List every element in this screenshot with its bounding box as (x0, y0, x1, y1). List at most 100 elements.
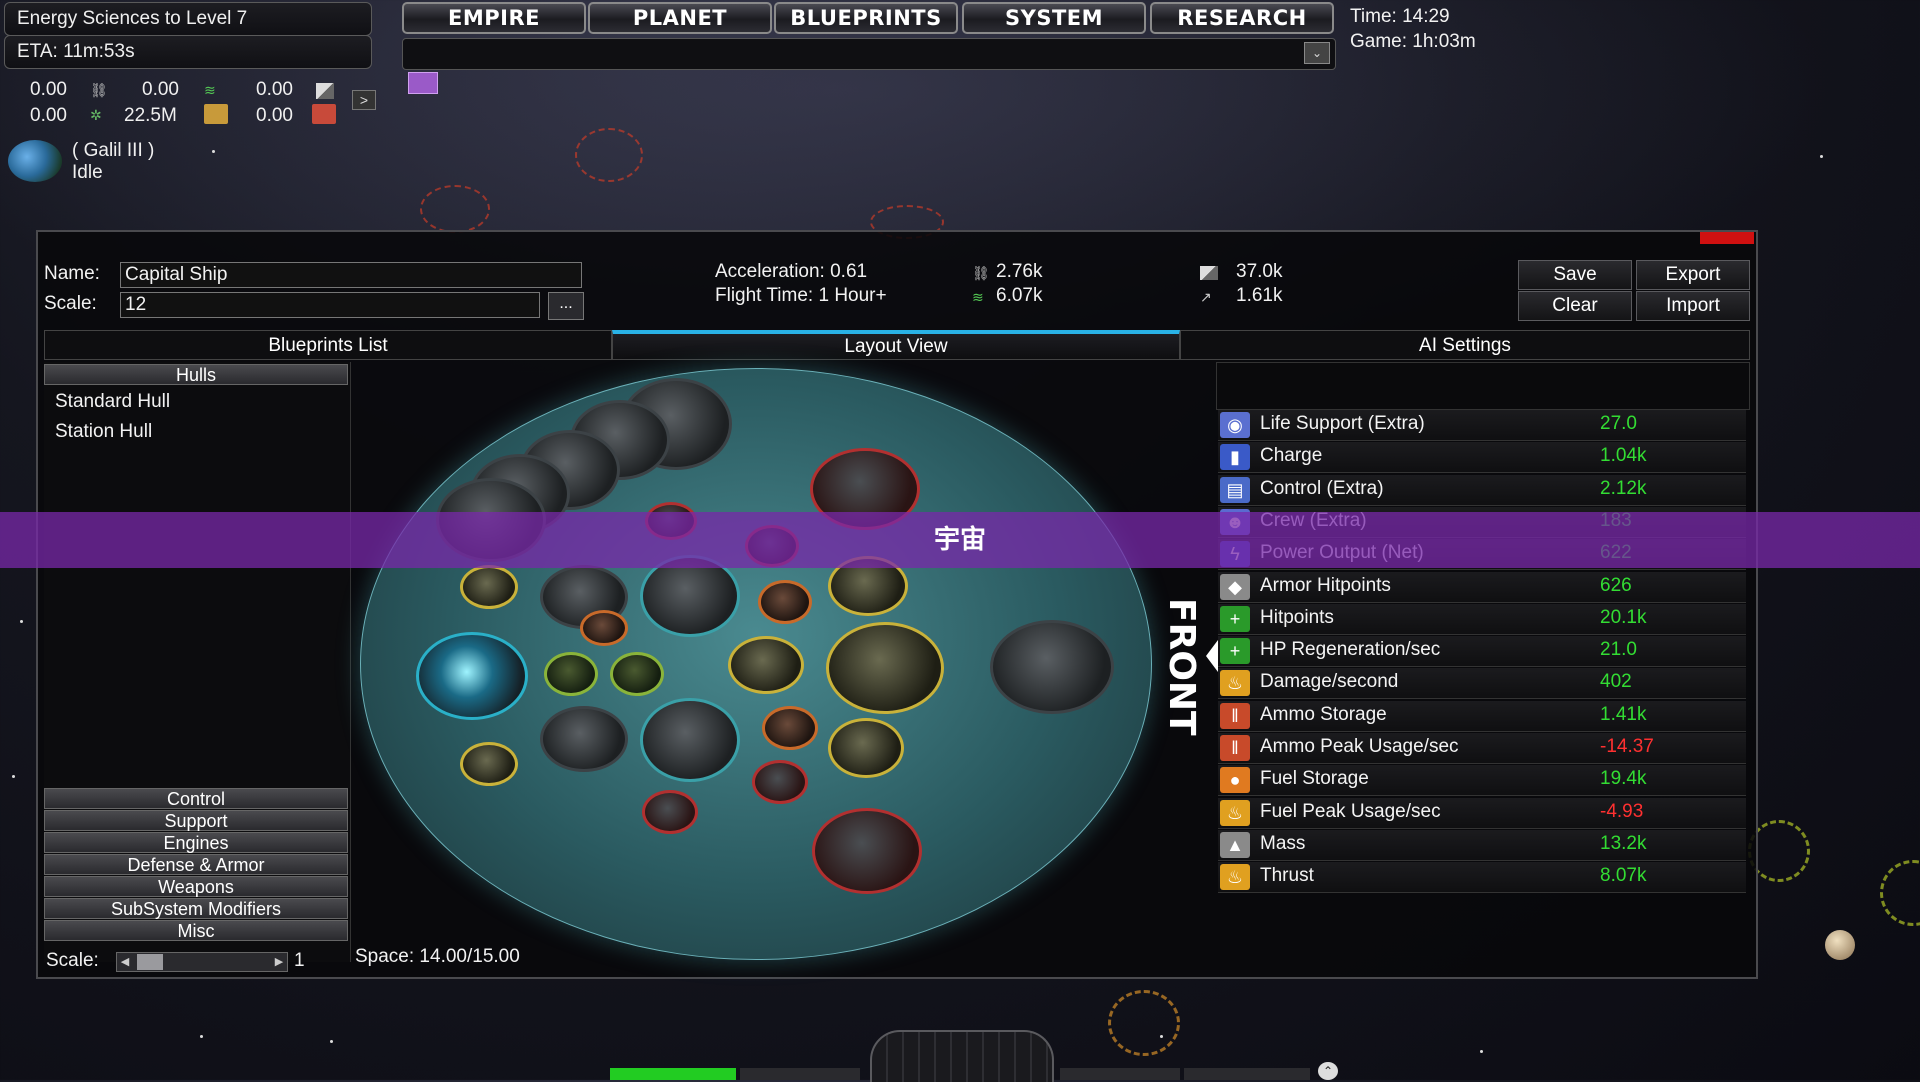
star (200, 1035, 203, 1038)
nav-system[interactable]: SYSTEM (962, 2, 1146, 34)
stat-row[interactable]: ♨ Fuel Peak Usage/sec -4.93 (1218, 797, 1746, 829)
tab-blueprints-list[interactable]: Blueprints List (44, 330, 612, 360)
life-support-module[interactable] (544, 652, 598, 696)
name-label: Name: (44, 263, 100, 284)
tab-layout-view[interactable]: Layout View (612, 330, 1180, 360)
progress-segment-active (610, 1068, 736, 1080)
stat-value: -4.93 (1600, 800, 1644, 822)
expand-resources-button[interactable]: > (352, 90, 376, 110)
fire-icon: ♨ (1220, 670, 1250, 697)
stat-row[interactable]: ♨ Thrust 8.07k (1218, 862, 1746, 894)
hulls-header[interactable]: Hulls (44, 364, 348, 385)
stat-row[interactable]: ◉ Life Support (Extra) 27.0 (1218, 410, 1746, 441)
scale-slider-label: Scale: (46, 950, 99, 971)
ammo-module[interactable] (758, 580, 812, 624)
speed-icon: ↗ (1200, 289, 1212, 305)
scale-input[interactable]: 12 (120, 292, 540, 318)
planet-globe-icon[interactable] (8, 140, 62, 182)
crew-module[interactable] (728, 636, 804, 694)
armor-icon: ◆ (1220, 573, 1250, 600)
planet-status: Idle (72, 162, 103, 183)
stat-row[interactable]: ▲ Mass 13.2k (1218, 829, 1746, 861)
stat-value: -14.37 (1600, 736, 1654, 757)
life-support-module[interactable] (610, 652, 664, 696)
name-input[interactable]: Capital Ship (120, 262, 582, 288)
stat-name: Control (Extra) (1260, 477, 1384, 499)
stat-row[interactable]: + HP Regeneration/sec 21.0 (1218, 636, 1746, 668)
nav-research[interactable]: RESEARCH (1150, 2, 1334, 34)
progress-segment (740, 1068, 860, 1080)
hull-standard[interactable]: Standard Hull (55, 391, 170, 413)
stat-row[interactable]: ♨ Damage/second 402 (1218, 668, 1746, 700)
nav-empire[interactable]: EMPIRE (402, 2, 586, 34)
clear-button[interactable]: Clear (1518, 291, 1632, 321)
hull-station[interactable]: Station Hull (55, 421, 152, 443)
collapse-icon[interactable]: ⌄ (1304, 42, 1330, 64)
stat-row[interactable]: ▤ Control (Extra) 2.12k (1218, 474, 1746, 506)
stat-row[interactable]: ● Fuel Storage 19.4k (1218, 765, 1746, 797)
weapon-turret[interactable] (812, 808, 922, 894)
speed-value: 1.61k (1236, 285, 1283, 306)
category-engines[interactable]: Engines (44, 832, 348, 853)
category-defense-armor[interactable]: Defense & Armor (44, 854, 348, 875)
stat-row[interactable]: ‖ Ammo Peak Usage/sec -14.37 (1218, 733, 1746, 764)
import-button[interactable]: Import (1636, 291, 1750, 321)
stat-name: Hitpoints (1260, 606, 1334, 628)
stat-row[interactable]: ‖ Ammo Storage 1.41k (1218, 700, 1746, 732)
tab-ai-settings[interactable]: AI Settings (1180, 330, 1750, 360)
resource-value: 0.00 (256, 105, 293, 126)
slider-thumb[interactable] (137, 954, 163, 970)
sensor-module[interactable] (460, 742, 518, 786)
expand-icon[interactable]: ⌃ (1318, 1062, 1338, 1080)
power-core[interactable] (826, 622, 944, 714)
message-bar[interactable] (402, 38, 1336, 70)
crystal-icon: ≋ (972, 289, 984, 305)
slider-right-arrow-icon[interactable]: ▶ (271, 953, 287, 971)
category-support[interactable]: Support (44, 810, 348, 831)
resource-value: 22.5M (124, 105, 177, 126)
ammo-module[interactable] (580, 610, 628, 646)
ammo-module[interactable] (762, 706, 818, 750)
nav-planet[interactable]: PLANET (588, 2, 772, 34)
category-control[interactable]: Control (44, 788, 348, 809)
stat-row[interactable]: ◆ Armor Hitpoints 626 (1218, 571, 1746, 603)
nav-blueprints[interactable]: BLUEPRINTS (774, 2, 958, 34)
bottom-dock[interactable] (870, 1030, 1054, 1082)
reactor-module[interactable] (640, 698, 740, 782)
clock-game: Game: 1h:03m (1350, 31, 1476, 52)
planet-name[interactable]: ( Galil III ) (72, 140, 154, 162)
crew-module[interactable] (828, 718, 904, 778)
scale-slider-value: 1 (294, 950, 305, 971)
stat-name: Fuel Storage (1260, 768, 1369, 790)
research-title-box[interactable]: Energy Sciences to Level 7 (4, 2, 372, 36)
battery-icon: ▮ (1220, 444, 1250, 471)
progress-segment (1060, 1068, 1180, 1080)
stat-row[interactable]: ▮ Charge 1.04k (1218, 442, 1746, 474)
front-engine-module[interactable] (990, 620, 1114, 714)
close-window-button[interactable] (1700, 232, 1754, 244)
star (1820, 155, 1823, 158)
stat-row[interactable]: + Hitpoints 20.1k (1218, 603, 1746, 635)
category-misc[interactable]: Misc (44, 920, 348, 941)
category-subsystem-modifiers[interactable]: SubSystem Modifiers (44, 898, 348, 919)
stat-name: Ammo Peak Usage/sec (1260, 736, 1459, 757)
resource-value: 0.00 (30, 105, 67, 126)
engine-thruster[interactable] (416, 632, 528, 720)
scale-slider[interactable]: ◀ ▶ (116, 952, 288, 972)
stat-name: Charge (1260, 445, 1323, 467)
browse-button[interactable]: ... (548, 292, 584, 320)
notification-icon[interactable] (408, 72, 438, 94)
export-button[interactable]: Export (1636, 260, 1750, 290)
food-icon: ✲ (90, 107, 102, 123)
mass-icon: ▲ (1220, 831, 1250, 858)
acceleration: Acceleration: 0.61 (715, 261, 868, 282)
small-weapon[interactable] (752, 760, 808, 804)
save-button[interactable]: Save (1518, 260, 1632, 290)
engine-module[interactable] (540, 706, 628, 772)
orbit-marker (420, 185, 490, 233)
slider-left-arrow-icon[interactable]: ◀ (117, 953, 133, 971)
planet-icon[interactable] (1825, 930, 1855, 960)
small-weapon[interactable] (642, 790, 698, 834)
category-weapons[interactable]: Weapons (44, 876, 348, 897)
sensor-module[interactable] (460, 565, 518, 609)
